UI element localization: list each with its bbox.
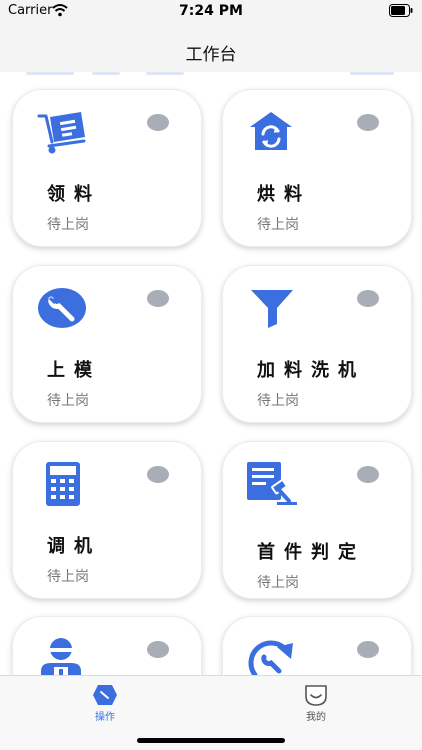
card-first-article-judgement[interactable]: 首件判定 待上岗 <box>222 441 412 599</box>
wrench-icon <box>38 288 86 328</box>
status-dot <box>147 290 169 307</box>
card-status: 待上岗 <box>47 217 89 233</box>
card-status: 待上岗 <box>257 217 299 233</box>
status-time: 7:24 PM <box>179 3 243 19</box>
worker-icon <box>41 638 81 675</box>
dryer-icon <box>250 112 292 150</box>
status-dot <box>147 466 169 483</box>
card-material-drying[interactable]: 烘料 待上岗 <box>222 89 412 247</box>
tab-profile[interactable]: 我的 <box>286 682 346 723</box>
status-dot <box>357 114 379 131</box>
funnel-icon <box>251 290 293 328</box>
scroll-peek-strip <box>26 72 74 75</box>
navigation-bar: 工作台 <box>0 22 422 72</box>
card-status: 待上岗 <box>47 393 89 409</box>
card-partial-right[interactable] <box>222 616 412 675</box>
scroll-peek-strip <box>92 72 120 75</box>
card-title: 领料 <box>47 184 101 205</box>
battery-icon <box>389 4 413 17</box>
card-machine-tuning[interactable]: 调机 待上岗 <box>12 441 202 599</box>
cart-icon <box>37 112 86 154</box>
calculator-icon <box>46 462 80 506</box>
status-dot <box>147 114 169 131</box>
card-mold-mounting[interactable]: 上模 待上岗 <box>12 265 202 423</box>
card-title: 首件判定 <box>257 542 365 563</box>
card-title: 烘料 <box>257 184 311 205</box>
card-title: 调机 <box>47 536 101 557</box>
card-status: 待上岗 <box>257 575 299 591</box>
refresh-wrench-icon <box>248 640 293 675</box>
tab-label: 我的 <box>306 712 326 723</box>
scroll-peek-strip <box>146 72 184 75</box>
card-partial-left[interactable] <box>12 616 202 675</box>
card-status: 待上岗 <box>47 569 89 585</box>
status-dot <box>357 466 379 483</box>
status-dot <box>147 641 169 658</box>
judgement-doc-icon <box>247 462 297 505</box>
home-indicator <box>137 738 285 743</box>
scroll-peek-strip <box>350 72 394 75</box>
operation-icon <box>93 685 117 705</box>
card-title: 上模 <box>47 360 101 381</box>
profile-icon <box>305 685 327 706</box>
tab-label: 操作 <box>95 712 115 723</box>
status-dot <box>357 641 379 658</box>
page-title: 工作台 <box>185 45 237 65</box>
workbench-content[interactable]: 领料 待上岗 烘料 待上岗 上模 待上岗 加料洗机 待上岗 调机 待上岗 首件判… <box>0 72 422 675</box>
status-dot <box>357 290 379 307</box>
card-feed-wash[interactable]: 加料洗机 待上岗 <box>222 265 412 423</box>
card-material-pickup[interactable]: 领料 待上岗 <box>12 89 202 247</box>
status-bar: Carrier 7:24 PM <box>0 0 422 22</box>
card-status: 待上岗 <box>257 393 299 409</box>
tab-operation[interactable]: 操作 <box>75 682 135 723</box>
card-title: 加料洗机 <box>257 360 365 381</box>
